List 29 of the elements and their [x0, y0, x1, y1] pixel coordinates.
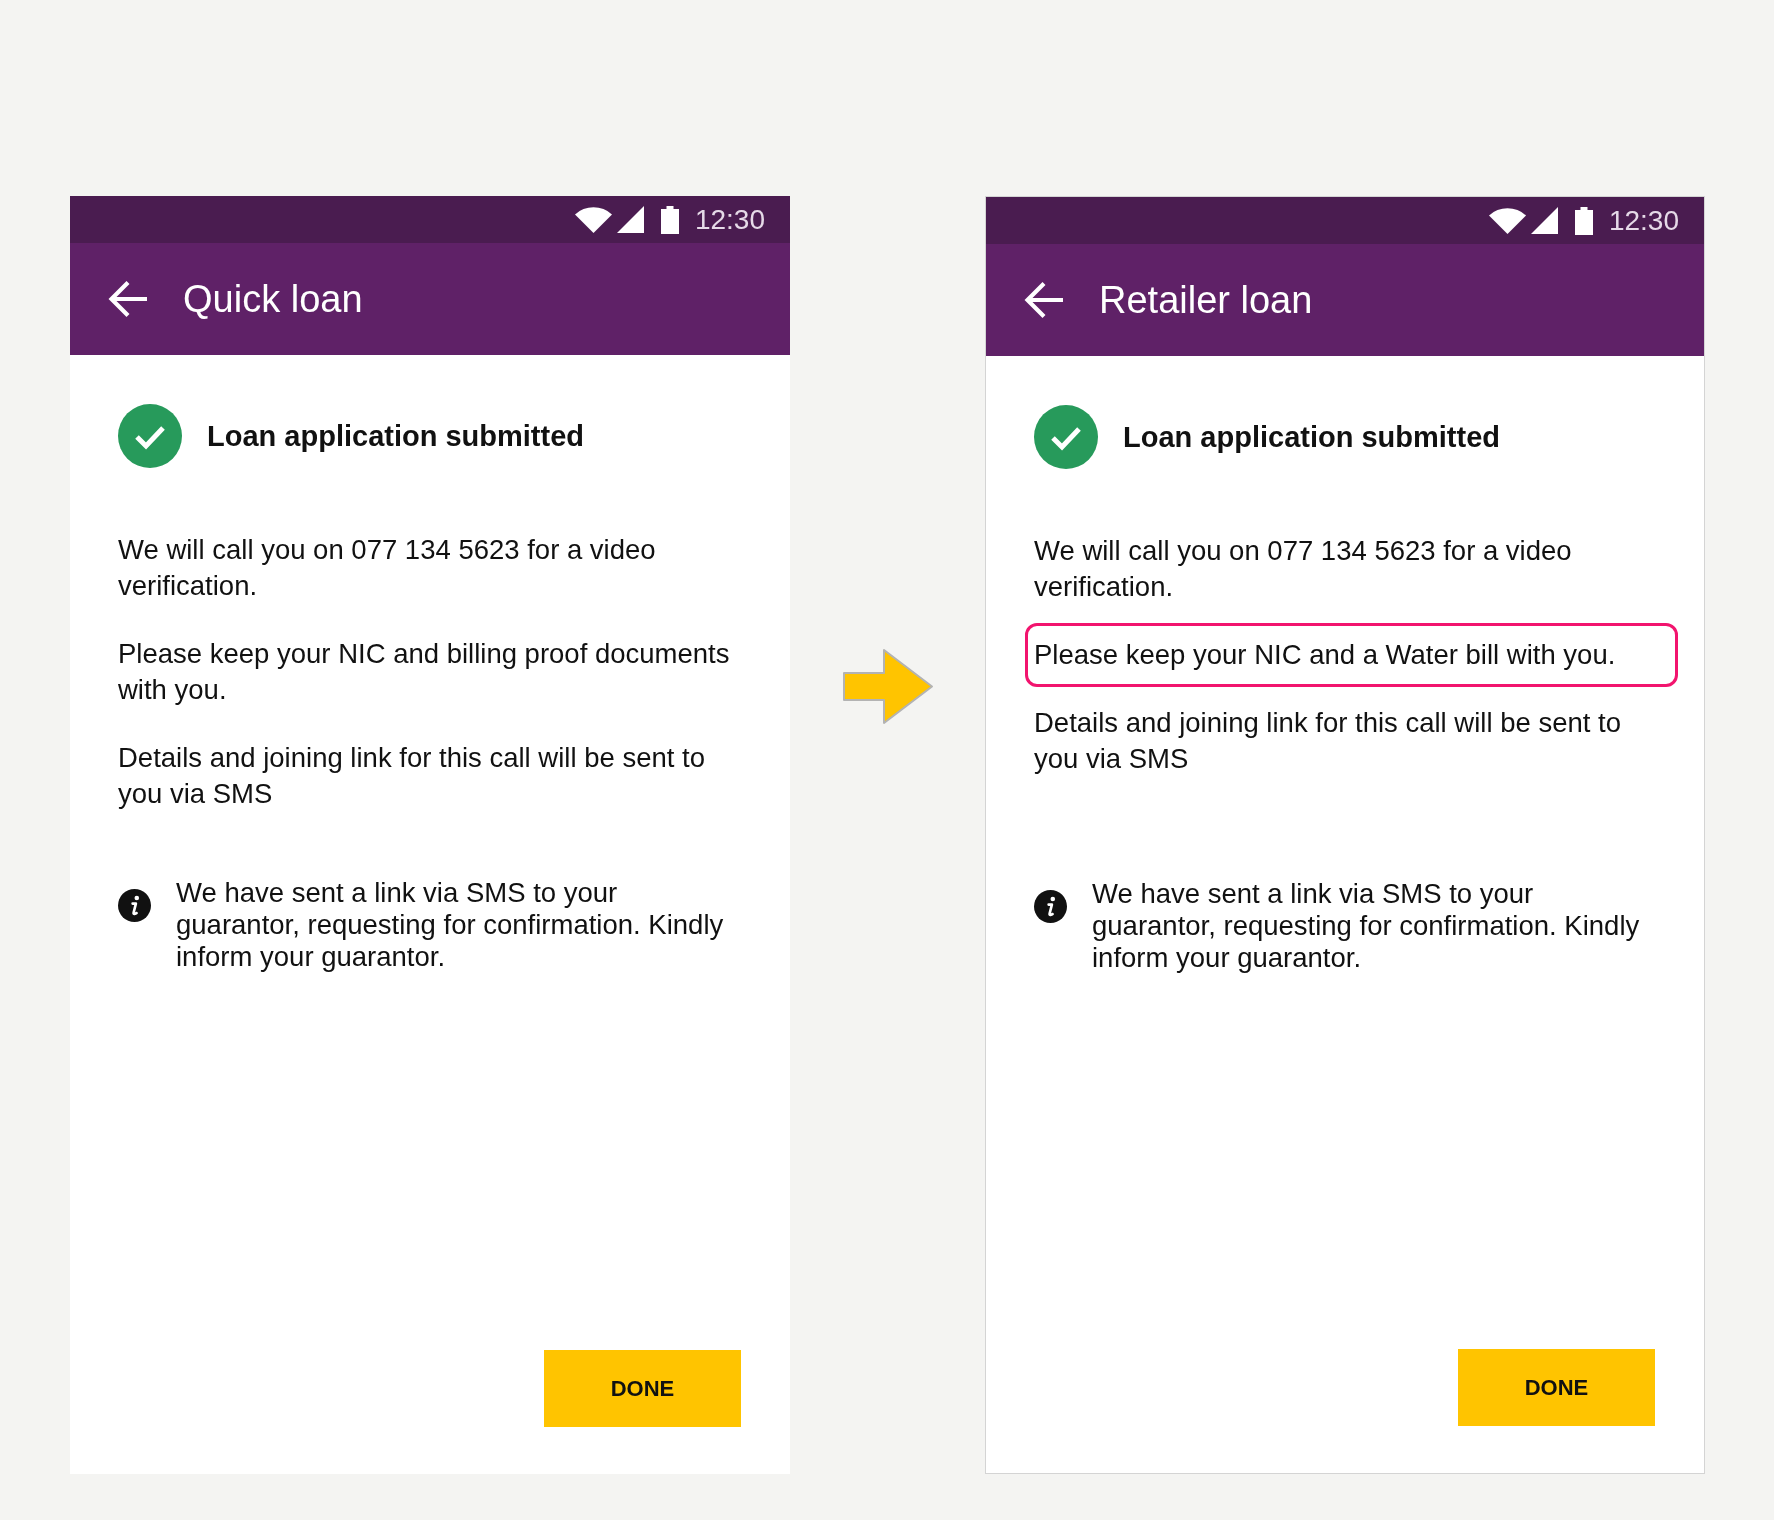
body-text: We will call you on 077 134 5623 for a video verification.: [1034, 534, 1573, 604]
signal-icon: [616, 206, 644, 233]
highlighted-text: Please keep your NIC and a Water bill with you.: [1025, 623, 1678, 687]
heading-text: Loan application submitted: [207, 419, 584, 454]
back-arrow-icon[interactable]: [107, 280, 147, 318]
check-circle-icon: [1034, 405, 1098, 469]
heading-text: Loan application submitted: [1123, 420, 1500, 455]
info-text: We have sent a link via SMS to your guarantor, requesting for confirmation. Kindly inform your guarantor.: [176, 877, 725, 973]
status-time: 12:30: [1608, 204, 1679, 237]
body-text: Please keep your NIC and billing proof documents with you.: [118, 637, 731, 707]
done-button[interactable]: DONE: [1458, 1349, 1655, 1426]
wifi-icon: [574, 206, 612, 233]
info-icon: [118, 889, 151, 922]
battery-icon: [660, 205, 679, 234]
battery-icon: [1574, 206, 1593, 235]
done-button[interactable]: DONE: [544, 1350, 741, 1427]
status-time: 12:30: [694, 203, 765, 236]
screen-title: Retailer loan: [1099, 278, 1313, 322]
info-text: We have sent a link via SMS to your guarantor, requesting for confirmation. Kindly inform your guarantor.: [1092, 878, 1641, 974]
wifi-icon: [1488, 207, 1526, 234]
arrow-icon: [841, 648, 934, 725]
body-text: Details and joining link for this call will be sent to you via SMS: [118, 741, 706, 811]
body-text: We will call you on 077 134 5623 for a video verification.: [118, 533, 657, 603]
info-icon: [1034, 890, 1067, 923]
signal-icon: [1530, 207, 1558, 234]
screen-title: Quick loan: [183, 277, 363, 321]
back-arrow-icon[interactable]: [1023, 281, 1063, 319]
check-circle-icon: [118, 404, 182, 468]
body-text: Details and joining link for this call will be sent to you via SMS: [1034, 706, 1622, 776]
